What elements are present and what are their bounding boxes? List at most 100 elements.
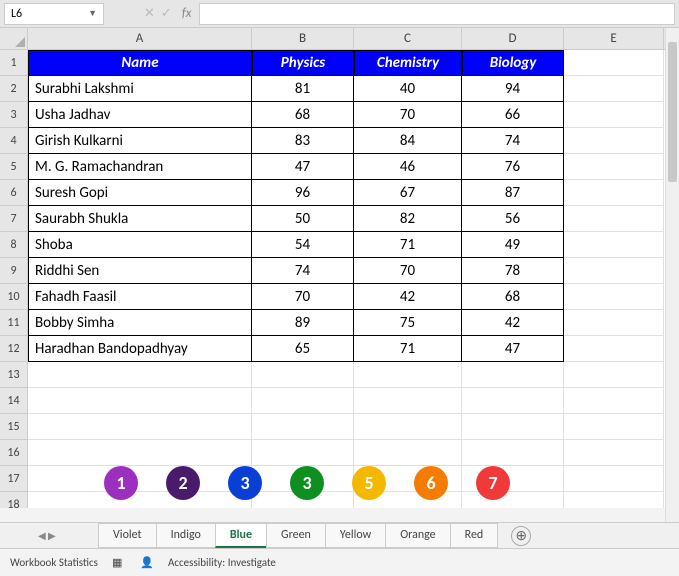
row-header[interactable]: 16 bbox=[0, 440, 27, 466]
workbook-stats[interactable]: Workbook Statistics bbox=[10, 556, 98, 569]
data-cell[interactable] bbox=[564, 206, 664, 232]
data-cell[interactable]: 74 bbox=[462, 128, 564, 154]
data-cell[interactable]: 87 bbox=[462, 180, 564, 206]
data-cell[interactable]: 83 bbox=[252, 128, 354, 154]
row-header[interactable]: 8 bbox=[0, 232, 27, 258]
tab-nav[interactable]: ◀ ▶ bbox=[38, 529, 98, 542]
empty-cell[interactable] bbox=[564, 440, 664, 466]
sheet-tab-red[interactable]: Red bbox=[450, 523, 499, 548]
data-cell[interactable] bbox=[564, 258, 664, 284]
data-cell[interactable]: 56 bbox=[462, 206, 564, 232]
col-header-B[interactable]: B bbox=[252, 28, 354, 49]
empty-cell[interactable] bbox=[462, 414, 564, 440]
empty-cell[interactable] bbox=[462, 492, 564, 508]
col-header-C[interactable]: C bbox=[354, 28, 462, 49]
empty-cell[interactable] bbox=[354, 388, 462, 414]
data-cell[interactable]: Fahadh Faasil bbox=[28, 284, 252, 310]
empty-cell[interactable] bbox=[28, 388, 252, 414]
data-cell[interactable]: 84 bbox=[354, 128, 462, 154]
fx-icon[interactable]: fx bbox=[182, 6, 192, 21]
data-cell[interactable]: 46 bbox=[354, 154, 462, 180]
empty-cell[interactable] bbox=[564, 414, 664, 440]
row-header[interactable]: 13 bbox=[0, 362, 27, 388]
empty-cell[interactable] bbox=[252, 414, 354, 440]
empty-cell[interactable] bbox=[28, 414, 252, 440]
empty-cell[interactable] bbox=[28, 440, 252, 466]
data-cell[interactable]: 54 bbox=[252, 232, 354, 258]
row-header[interactable]: 12 bbox=[0, 336, 27, 362]
data-cell[interactable]: 78 bbox=[462, 258, 564, 284]
data-cell[interactable]: Riddhi Sen bbox=[28, 258, 252, 284]
empty-cell[interactable] bbox=[354, 362, 462, 388]
data-cell[interactable]: Girish Kulkarni bbox=[28, 128, 252, 154]
row-header[interactable]: 7 bbox=[0, 206, 27, 232]
col-header-D[interactable]: D bbox=[462, 28, 564, 49]
data-cell[interactable]: 76 bbox=[462, 154, 564, 180]
empty-cell[interactable] bbox=[252, 362, 354, 388]
data-cell[interactable]: 47 bbox=[462, 336, 564, 362]
data-cell[interactable]: 94 bbox=[462, 76, 564, 102]
header-cell[interactable]: Name bbox=[28, 50, 252, 76]
data-cell[interactable]: 82 bbox=[354, 206, 462, 232]
header-cell[interactable] bbox=[564, 50, 664, 76]
name-box[interactable]: L6 ▼ bbox=[4, 3, 104, 25]
new-sheet-button[interactable]: ⊕ bbox=[511, 526, 531, 546]
data-cell[interactable]: 49 bbox=[462, 232, 564, 258]
data-cell[interactable]: Suresh Gopi bbox=[28, 180, 252, 206]
row-header[interactable]: 1 bbox=[0, 50, 27, 76]
row-header[interactable]: 17 bbox=[0, 466, 27, 492]
sheet-tab-orange[interactable]: Orange bbox=[385, 523, 450, 548]
row-header[interactable]: 5 bbox=[0, 154, 27, 180]
data-cell[interactable] bbox=[564, 154, 664, 180]
data-cell[interactable]: Saurabh Shukla bbox=[28, 206, 252, 232]
empty-cell[interactable] bbox=[354, 440, 462, 466]
data-cell[interactable]: Shoba bbox=[28, 232, 252, 258]
header-cell[interactable]: Physics bbox=[252, 50, 354, 76]
data-cell[interactable]: 81 bbox=[252, 76, 354, 102]
sheet-tab-violet[interactable]: Violet bbox=[98, 523, 157, 548]
row-header[interactable]: 9 bbox=[0, 258, 27, 284]
data-cell[interactable] bbox=[564, 102, 664, 128]
data-cell[interactable] bbox=[564, 310, 664, 336]
data-cell[interactable]: 65 bbox=[252, 336, 354, 362]
data-cell[interactable]: 70 bbox=[252, 284, 354, 310]
formula-input[interactable] bbox=[199, 3, 675, 25]
data-cell[interactable]: Bobby Simha bbox=[28, 310, 252, 336]
empty-cell[interactable] bbox=[28, 492, 252, 508]
select-all-cell[interactable] bbox=[0, 28, 28, 50]
data-cell[interactable]: Surabhi Lakshmi bbox=[28, 76, 252, 102]
data-cell[interactable]: 75 bbox=[354, 310, 462, 336]
empty-cell[interactable] bbox=[28, 362, 252, 388]
data-cell[interactable] bbox=[564, 232, 664, 258]
data-cell[interactable]: 67 bbox=[354, 180, 462, 206]
row-header[interactable]: 11 bbox=[0, 310, 27, 336]
empty-cell[interactable] bbox=[462, 440, 564, 466]
sheet-tab-indigo[interactable]: Indigo bbox=[156, 523, 216, 548]
data-cell[interactable]: 68 bbox=[252, 102, 354, 128]
data-cell[interactable] bbox=[564, 180, 664, 206]
data-cell[interactable]: 66 bbox=[462, 102, 564, 128]
scroll-thumb[interactable] bbox=[668, 42, 677, 182]
row-header[interactable]: 2 bbox=[0, 76, 27, 102]
row-header[interactable]: 3 bbox=[0, 102, 27, 128]
col-header-A[interactable]: A bbox=[28, 28, 252, 49]
chevron-down-icon[interactable]: ▼ bbox=[88, 8, 97, 19]
header-cell[interactable]: Biology bbox=[462, 50, 564, 76]
vertical-scrollbar[interactable] bbox=[665, 28, 679, 522]
data-cell[interactable]: 42 bbox=[462, 310, 564, 336]
row-header[interactable]: 18 bbox=[0, 492, 27, 508]
data-cell[interactable]: 40 bbox=[354, 76, 462, 102]
empty-cell[interactable] bbox=[462, 388, 564, 414]
empty-cell[interactable] bbox=[462, 362, 564, 388]
data-cell[interactable]: 70 bbox=[354, 258, 462, 284]
data-cell[interactable] bbox=[564, 128, 664, 154]
accessibility-status[interactable]: Accessibility: Investigate bbox=[168, 556, 276, 569]
empty-cell[interactable] bbox=[354, 414, 462, 440]
data-cell[interactable]: 47 bbox=[252, 154, 354, 180]
empty-cell[interactable] bbox=[252, 440, 354, 466]
data-cell[interactable]: 70 bbox=[354, 102, 462, 128]
row-header[interactable]: 15 bbox=[0, 414, 27, 440]
data-cell[interactable]: 68 bbox=[462, 284, 564, 310]
data-cell[interactable]: M. G. Ramachandran bbox=[28, 154, 252, 180]
data-cell[interactable] bbox=[564, 284, 664, 310]
